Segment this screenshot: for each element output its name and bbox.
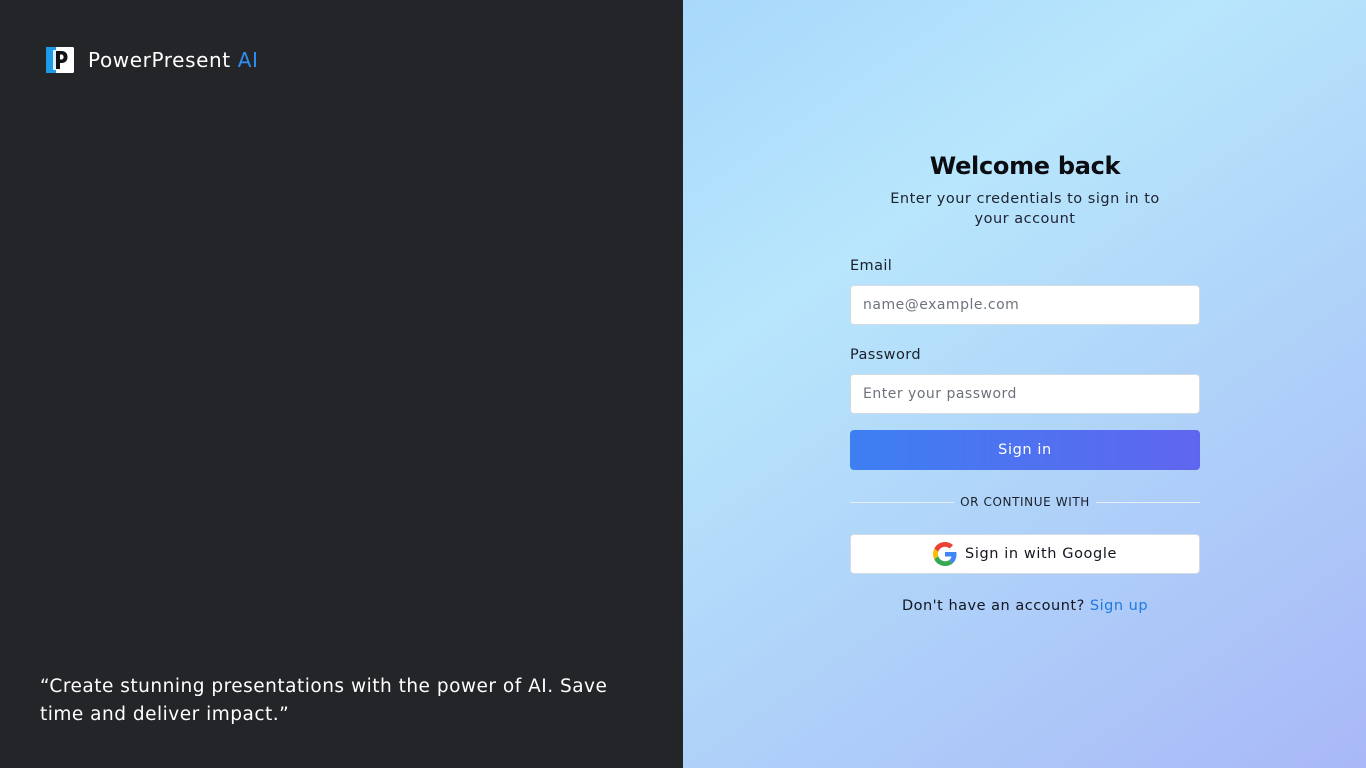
brand-header[interactable]: PowerPresent AI — [46, 47, 258, 73]
brand-name: PowerPresent AI — [88, 48, 258, 72]
signup-row: Don't have an account? Sign up — [850, 598, 1200, 614]
password-label: Password — [850, 347, 921, 363]
password-field[interactable] — [850, 374, 1200, 414]
google-sign-in-label: Sign in with Google — [965, 546, 1117, 562]
email-field[interactable] — [850, 285, 1200, 325]
brand-panel: PowerPresent AI “Create stunning present… — [0, 0, 683, 768]
divider-line-right — [1095, 501, 1201, 503]
powerpresent-logo-icon — [46, 47, 74, 73]
divider-line-left — [850, 501, 955, 503]
sign-up-link[interactable]: Sign up — [1090, 598, 1148, 614]
login-page: PowerPresent AI “Create stunning present… — [0, 0, 1366, 768]
google-sign-in-button[interactable]: Sign in with Google — [850, 534, 1200, 574]
signup-prompt: Don't have an account? — [901, 598, 1085, 614]
sign-in-button[interactable]: Sign in — [850, 430, 1200, 470]
page-title: Welcome back — [929, 152, 1121, 180]
login-form: Welcome back Enter your credentials to s… — [850, 150, 1201, 614]
divider-text: OR CONTINUE WITH — [960, 495, 1090, 509]
google-icon — [933, 542, 957, 566]
login-panel: Welcome back Enter your credentials to s… — [683, 0, 1366, 768]
divider: OR CONTINUE WITH — [850, 492, 1201, 512]
email-label: Email — [850, 258, 893, 274]
brand-accent-text: AI — [237, 48, 259, 72]
brand-name-text: PowerPresent — [88, 48, 231, 72]
tagline-quote: “Create stunning presentations with the … — [40, 676, 608, 725]
page-subtitle: Enter your credentials to sign in to you… — [890, 191, 1160, 227]
